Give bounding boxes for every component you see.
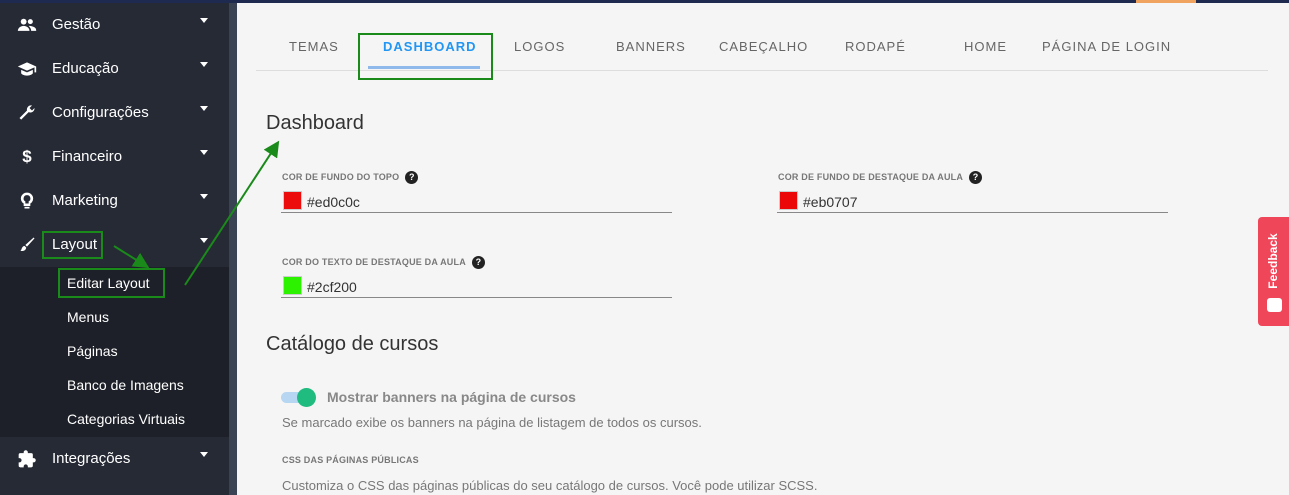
sidebar-subitem-banco-de-imagens[interactable]: Banco de Imagens: [0, 369, 229, 403]
annotation-box-editar-layout: [58, 268, 165, 298]
section-title-dashboard: Dashboard: [266, 112, 364, 134]
sidebar-item-marketing[interactable]: Marketing: [0, 179, 229, 223]
sidebar-subitem-menus[interactable]: Menus: [0, 301, 229, 335]
sidebar-item-label: Gestão: [52, 16, 101, 33]
color-field-cor-fundo-topo[interactable]: #ed0c0c: [281, 191, 672, 213]
wrench-icon: [16, 103, 38, 123]
banners-toggle-help: Se marcado exibe os banners na página de…: [282, 415, 702, 430]
tab-banners[interactable]: BANNERS: [616, 39, 686, 54]
brush-icon: [16, 235, 38, 255]
help-icon[interactable]: ?: [969, 171, 983, 184]
field-label-text: COR DE FUNDO DO TOPO: [282, 171, 400, 182]
sidebar-subitem-paginas[interactable]: Páginas: [0, 335, 229, 369]
section-title-catalogo: Catálogo de cursos: [266, 333, 439, 355]
field-label-cor-fundo-destaque: COR DE FUNDO DE DESTAQUE DA AULA?: [778, 171, 983, 184]
feedback-button[interactable]: Feedback: [1258, 217, 1289, 326]
tab-cabecalho[interactable]: CABEÇALHO: [719, 39, 808, 54]
color-value: #eb0707: [803, 194, 858, 210]
banners-toggle-knob[interactable]: [297, 388, 316, 407]
people-icon: [16, 15, 38, 35]
puzzle-icon: [16, 449, 38, 469]
banners-toggle-label: Mostrar banners na página de cursos: [327, 389, 576, 405]
sidebar-subitem-categorias-virtuais[interactable]: Categorias Virtuais: [0, 403, 229, 437]
sidebar-subitem-label: Categorias Virtuais: [67, 411, 186, 427]
sidebar-item-label: Marketing: [52, 192, 118, 209]
sidebar-item-layout[interactable]: Layout: [0, 223, 229, 267]
feedback-label: Feedback: [1266, 233, 1280, 289]
sidebar-item-configuracoes[interactable]: Configurações: [0, 91, 229, 135]
color-swatch[interactable]: [283, 191, 302, 210]
color-field-cor-fundo-destaque[interactable]: #eb0707: [777, 191, 1168, 213]
sidebar-item-educacao[interactable]: Educação: [0, 47, 229, 91]
graduation-cap-icon: [16, 59, 38, 79]
feedback-smile-icon: [1267, 298, 1282, 312]
lightbulb-icon: [16, 191, 38, 211]
sidebar-item-integracoes[interactable]: Integrações: [0, 437, 229, 481]
annotation-box-dashboard-tab: [358, 33, 493, 80]
tab-pagina-de-login[interactable]: PÁGINA DE LOGIN: [1042, 39, 1171, 54]
sidebar-item-label: Integrações: [52, 450, 131, 467]
chevron-down-icon: [200, 62, 208, 67]
field-label-cor-texto-destaque: COR DO TEXTO DE DESTAQUE DA AULA?: [282, 256, 485, 269]
chevron-down-icon: [200, 452, 208, 457]
tab-home[interactable]: HOME: [964, 39, 1007, 54]
field-label-text: COR DO TEXTO DE DESTAQUE DA AULA: [282, 256, 466, 267]
color-field-cor-texto-destaque[interactable]: #2cf200: [281, 276, 672, 298]
annotation-box-layout: [42, 231, 103, 259]
dollar-icon: $: [22, 147, 32, 166]
help-icon[interactable]: ?: [405, 171, 419, 184]
help-icon[interactable]: ?: [471, 256, 485, 269]
color-value: #ed0c0c: [307, 194, 360, 210]
top-bar-accent: [1136, 0, 1196, 3]
sidebar-scrollbar[interactable]: [229, 3, 237, 495]
sidebar-subitem-label: Banco de Imagens: [67, 377, 184, 393]
chevron-down-icon: [200, 18, 208, 23]
color-swatch[interactable]: [283, 276, 302, 295]
sidebar-subitem-label: Menus: [67, 309, 110, 325]
chevron-down-icon: [200, 194, 208, 199]
color-swatch[interactable]: [779, 191, 798, 210]
sidebar-item-label: Configurações: [52, 104, 149, 121]
sidebar: Gestão Educação Configurações $ Financei…: [0, 3, 229, 495]
field-label-cor-fundo-topo: COR DE FUNDO DO TOPO?: [282, 171, 419, 184]
tab-temas[interactable]: TEMAS: [289, 39, 339, 54]
sidebar-item-label: Educação: [52, 60, 119, 77]
sidebar-item-label: Financeiro: [52, 148, 123, 165]
tab-rodape[interactable]: RODAPÉ: [845, 39, 906, 54]
color-value: #2cf200: [307, 279, 357, 295]
tab-logos[interactable]: LOGOS: [514, 39, 565, 54]
css-field-label: CSS DAS PÁGINAS PÚBLICAS: [282, 455, 419, 465]
chevron-down-icon: [200, 106, 208, 111]
chevron-down-icon: [200, 238, 208, 243]
field-label-text: COR DE FUNDO DE DESTAQUE DA AULA: [778, 171, 964, 182]
sidebar-subitem-label: Páginas: [67, 343, 118, 359]
sidebar-item-gestao[interactable]: Gestão: [0, 3, 229, 47]
chevron-down-icon: [200, 150, 208, 155]
css-field-help: Customiza o CSS das páginas públicas do …: [282, 478, 818, 493]
sidebar-item-financeiro[interactable]: $ Financeiro: [0, 135, 229, 179]
